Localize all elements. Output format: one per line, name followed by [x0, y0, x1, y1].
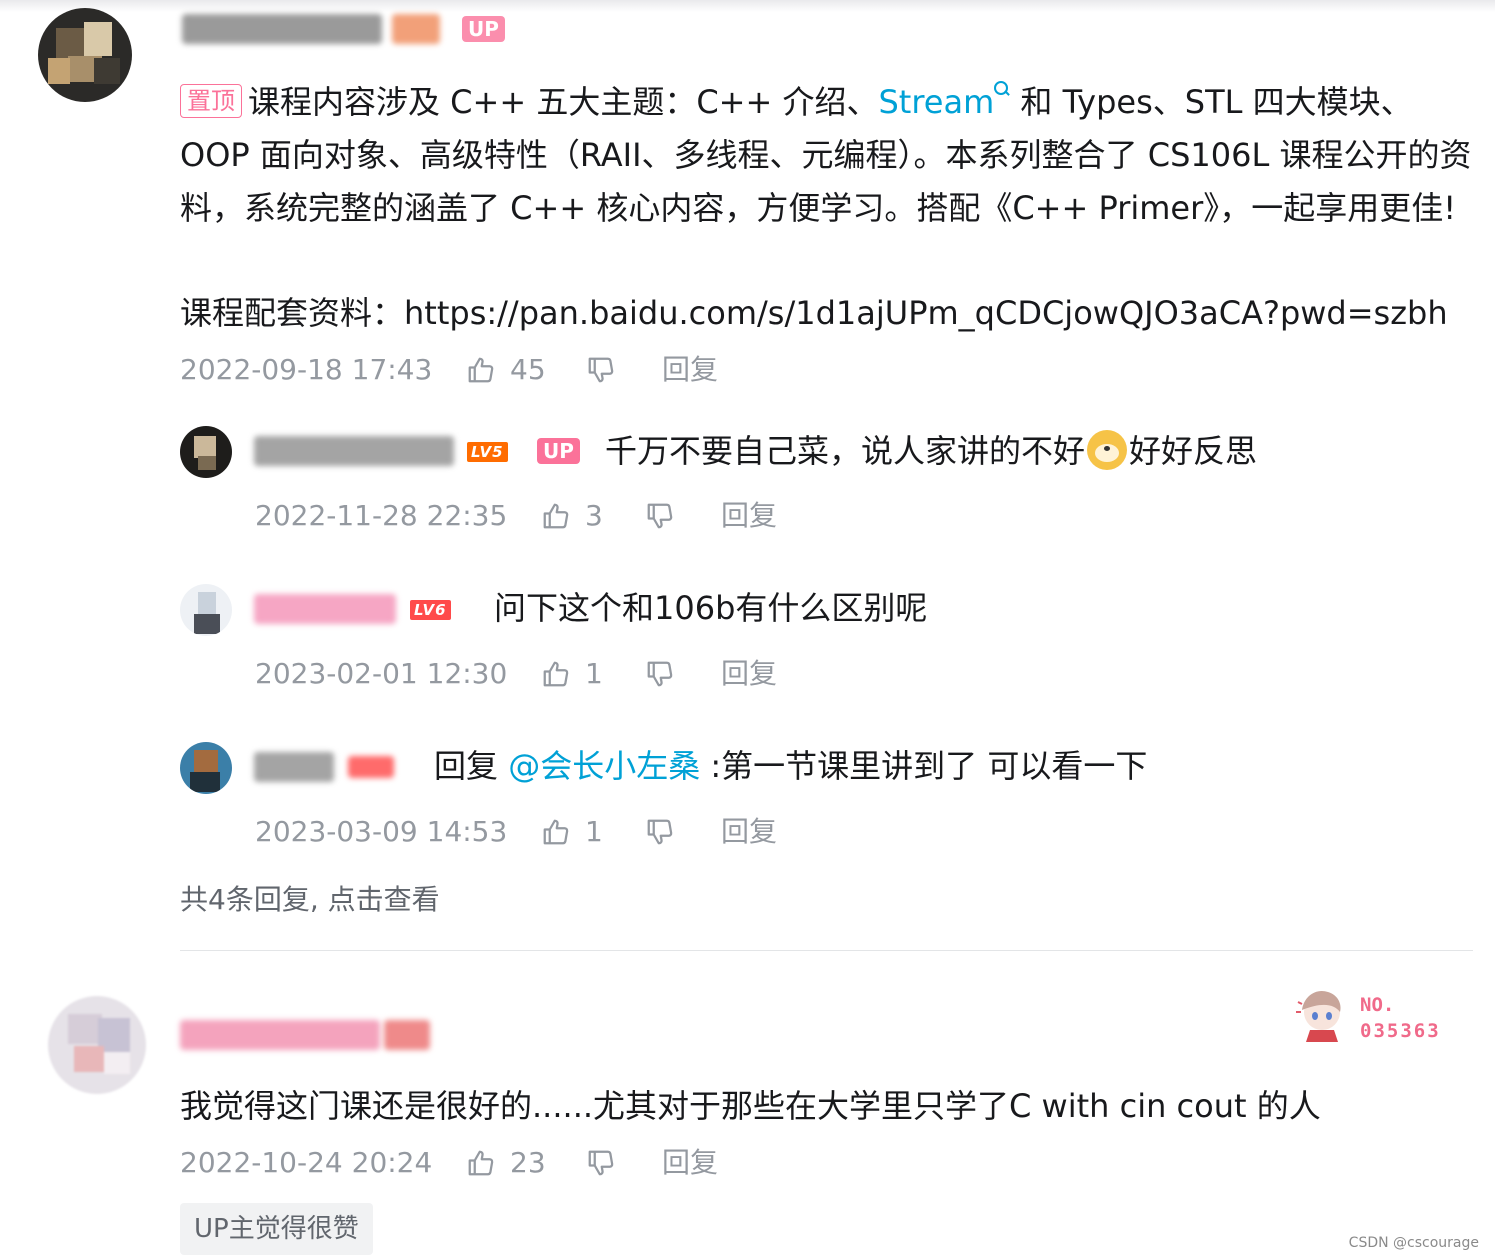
fan-number: 035363	[1360, 1020, 1441, 1042]
thumbs-up-icon[interactable]	[466, 355, 496, 385]
reply-meta: 2023-03-09 14:53 1 回复	[255, 812, 815, 852]
level-badge: LV5	[467, 442, 508, 462]
level-badge: LV6	[410, 600, 451, 620]
comment-meta: 2022-09-18 17:43 45 回复	[180, 350, 740, 390]
like-count: 1	[585, 657, 603, 690]
avatar[interactable]	[48, 996, 146, 1094]
comment-content: 置顶 课程内容涉及 C++ 五大主题：C++ 介绍、Stream 和 Types、…	[180, 81, 1472, 227]
thumbs-down-icon[interactable]	[645, 817, 675, 847]
up-badge: UP	[462, 16, 505, 42]
header-shadow	[0, 0, 1495, 12]
reply-username[interactable]	[254, 436, 454, 466]
like-count: 3	[585, 499, 603, 532]
comment-content: 我觉得这门课还是很好的......尤其对于那些在大学里只学了C with cin…	[180, 1087, 1321, 1125]
thumbs-down-icon[interactable]	[586, 355, 616, 385]
comment-resource-line: 课程配套资料：https://pan.baidu.com/s/1d1ajUPm_…	[180, 294, 1448, 332]
user-level-badge	[384, 1020, 430, 1050]
reply-meta: 2022-11-28 22:35 3 回复	[255, 496, 815, 536]
level-badge	[348, 756, 394, 778]
thumbs-up-icon[interactable]	[466, 1148, 496, 1178]
comment-divider	[180, 950, 1473, 951]
user-level-badge	[392, 14, 440, 44]
reply-avatar[interactable]	[180, 584, 232, 636]
reply-button[interactable]: 回复	[721, 812, 777, 852]
reply-content: 回复 @会长小左桑 :第一节课里讲到了 可以看一下	[434, 747, 1148, 785]
thumbs-down-icon[interactable]	[645, 659, 675, 689]
reply-time: 2023-03-09 14:53	[255, 815, 508, 848]
thumbs-up-icon[interactable]	[541, 659, 571, 689]
like-count: 45	[510, 353, 546, 386]
reply-time: 2023-02-01 12:30	[255, 657, 508, 690]
up-liked-tag: UP主觉得很赞	[180, 1203, 373, 1255]
reply-button[interactable]: 回复	[721, 654, 777, 694]
avatar[interactable]	[38, 8, 132, 102]
anime-girl-icon	[1296, 990, 1341, 1042]
thumbs-down-icon[interactable]	[645, 501, 675, 531]
like-count: 23	[510, 1146, 546, 1179]
username[interactable]	[180, 1020, 380, 1050]
watermark: CSDN @cscourage	[1348, 1235, 1479, 1251]
comment-time: 2022-10-24 20:24	[180, 1146, 433, 1179]
reply-meta: 2023-02-01 12:30 1 回复	[255, 654, 815, 694]
reply-button[interactable]: 回复	[721, 496, 777, 536]
fan-number-label: NO.	[1360, 994, 1395, 1016]
doge-emoji-icon	[1087, 430, 1128, 470]
reply-time: 2022-11-28 22:35	[255, 499, 508, 532]
search-icon[interactable]	[994, 81, 1010, 97]
stream-link[interactable]: Stream	[878, 83, 994, 121]
fan-decoration-card[interactable]: NO. 035363	[1290, 982, 1460, 1046]
reply-username[interactable]	[254, 752, 334, 782]
reply-avatar[interactable]	[180, 742, 232, 794]
reply-button[interactable]: 回复	[662, 350, 718, 390]
mention-link[interactable]: @会长小左桑	[508, 747, 700, 785]
reply-content: 千万不要自己菜，说人家讲的不好 好好反思	[605, 430, 1258, 470]
thumbs-up-icon[interactable]	[541, 817, 571, 847]
username[interactable]	[182, 14, 382, 44]
like-count: 1	[585, 815, 603, 848]
reply-content: 问下这个和106b有什么区别呢	[494, 589, 928, 627]
view-more-replies[interactable]: 共4条回复, 点击查看	[180, 878, 440, 918]
thumbs-up-icon[interactable]	[541, 501, 571, 531]
pinned-tag: 置顶	[180, 84, 242, 118]
up-badge: UP	[537, 438, 580, 464]
reply-avatar[interactable]	[180, 426, 232, 478]
comment-meta: 2022-10-24 20:24 23 回复	[180, 1143, 740, 1183]
reply-username[interactable]	[254, 594, 396, 624]
reply-button[interactable]: 回复	[662, 1143, 718, 1183]
thumbs-down-icon[interactable]	[586, 1148, 616, 1178]
comment-time: 2022-09-18 17:43	[180, 353, 433, 386]
